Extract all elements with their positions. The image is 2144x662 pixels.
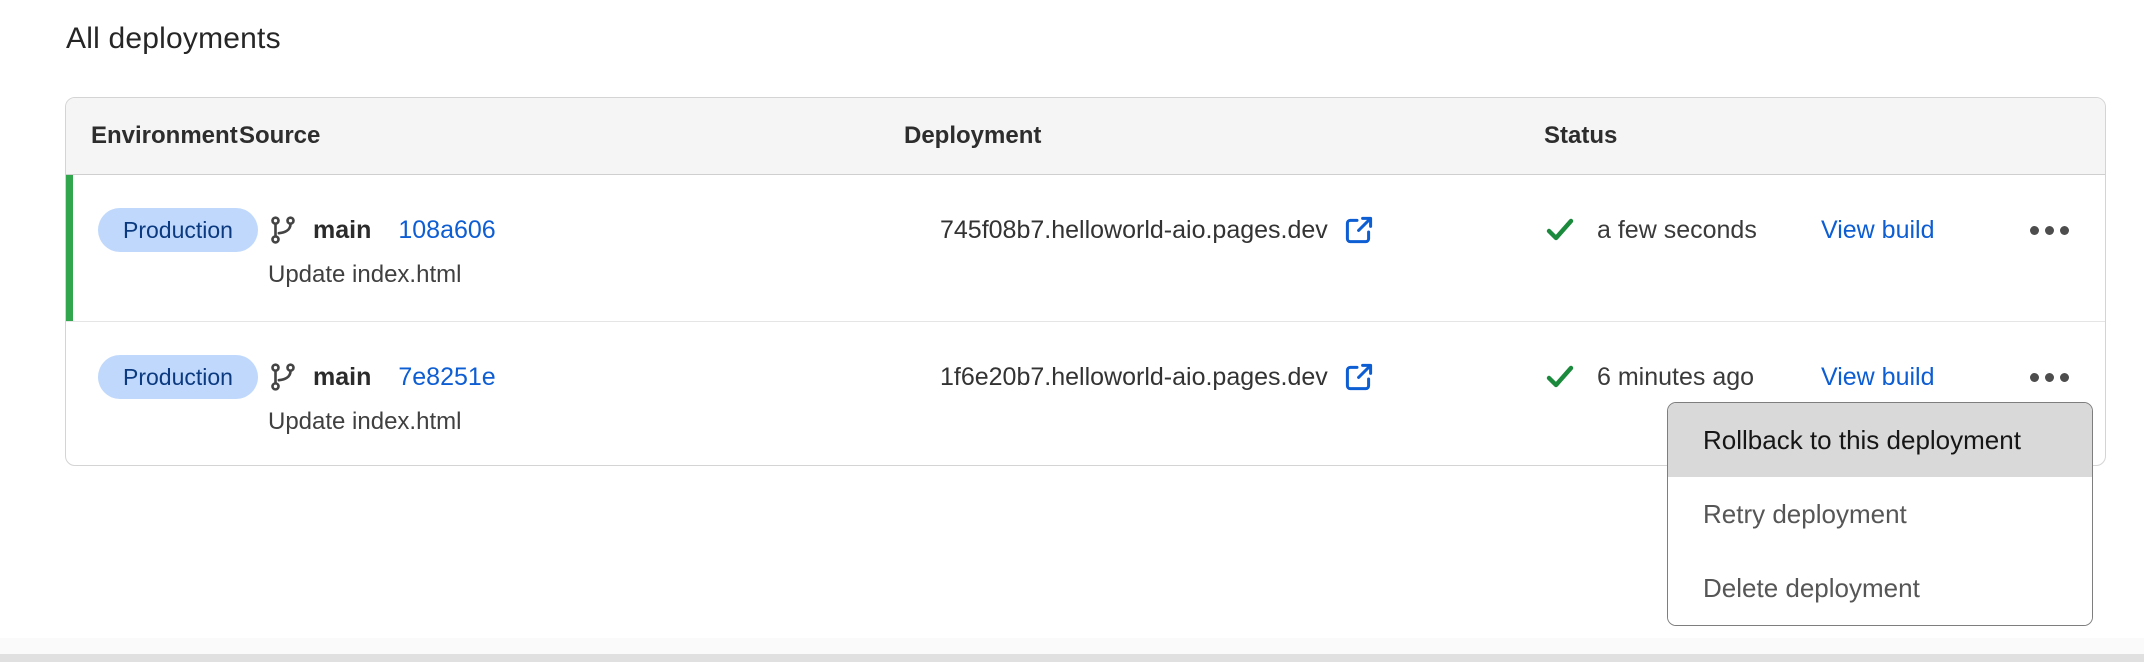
external-link-icon[interactable]	[1343, 214, 1375, 246]
environment-badge: Production	[98, 355, 258, 399]
page-bottom-edge	[0, 638, 2144, 654]
deployment-cell: 745f08b7.helloworld-aio.pages.dev	[940, 175, 1544, 321]
deployment-actions-menu: Rollback to this deployment Retry deploy…	[1667, 402, 2093, 626]
environment-cell: Production	[91, 322, 239, 465]
ellipsis-icon	[2030, 226, 2039, 235]
current-deployment-indicator	[66, 175, 73, 321]
status-cell: a few seconds View build	[1544, 175, 2105, 321]
commit-message: Update index.html	[268, 408, 904, 436]
column-header-deployment: Deployment	[904, 122, 1544, 150]
status-time: a few seconds	[1597, 216, 1757, 245]
branch-name: main	[313, 363, 371, 392]
source-cell: main 7e8251e Update index.html	[268, 322, 904, 465]
deployment-cell: 1f6e20b7.helloworld-aio.pages.dev	[940, 322, 1544, 465]
column-header-source: Source	[239, 122, 904, 150]
deployment-url: 1f6e20b7.helloworld-aio.pages.dev	[940, 363, 1328, 392]
column-header-environment: Environment	[91, 122, 239, 150]
view-build-link[interactable]: View build	[1821, 216, 1935, 245]
environment-cell: Production	[91, 175, 239, 321]
menu-item-retry[interactable]: Retry deployment	[1668, 477, 2092, 551]
source-cell: main 108a606 Update index.html	[268, 175, 904, 321]
external-link-icon[interactable]	[1343, 361, 1375, 393]
git-branch-icon	[268, 215, 298, 245]
table-row: Production main 108a606 Update index.htm…	[66, 175, 2105, 322]
success-check-icon	[1544, 214, 1576, 246]
view-build-link[interactable]: View build	[1821, 363, 1935, 392]
success-check-icon	[1544, 361, 1576, 393]
column-header-status: Status	[1544, 122, 2105, 150]
menu-item-rollback[interactable]: Rollback to this deployment	[1668, 403, 2092, 477]
more-actions-button[interactable]	[2026, 363, 2073, 392]
commit-link[interactable]: 7e8251e	[398, 363, 495, 392]
menu-item-delete[interactable]: Delete deployment	[1668, 551, 2092, 625]
environment-badge: Production	[98, 208, 258, 252]
branch-name: main	[313, 216, 371, 245]
more-actions-button[interactable]	[2026, 216, 2073, 245]
commit-link[interactable]: 108a606	[398, 216, 495, 245]
page-bottom-divider	[0, 654, 2144, 662]
git-branch-icon	[268, 362, 298, 392]
deployment-url: 745f08b7.helloworld-aio.pages.dev	[940, 216, 1328, 245]
commit-message: Update index.html	[268, 261, 904, 289]
status-time: 6 minutes ago	[1597, 363, 1754, 392]
ellipsis-icon	[2030, 373, 2039, 382]
page-title: All deployments	[66, 22, 281, 56]
table-header-row: Environment Source Deployment Status	[66, 98, 2105, 175]
